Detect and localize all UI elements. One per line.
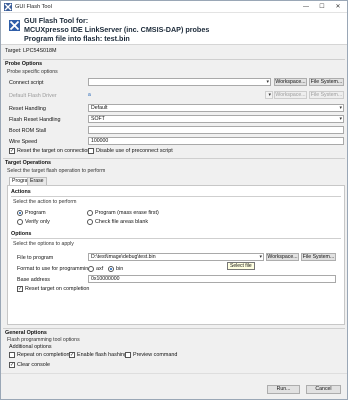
chevron-down-icon: ▾ <box>339 116 342 122</box>
general-options-title: General Options <box>5 330 47 336</box>
general-options-desc: Flash programming tool options <box>7 337 80 343</box>
format-label: Format to use for programming <box>17 266 92 272</box>
verify-only-label: Verify only <box>25 219 50 225</box>
reset-handling-label: Reset Handling <box>9 106 46 112</box>
banner-line-1: GUI Flash Tool for: <box>24 16 89 25</box>
target-operations-desc: Select the target flash operation to per… <box>7 168 106 174</box>
window-title: GUI Flash Tool <box>15 4 52 10</box>
gui-flash-tool-window: GUI Flash Tool — ☐ ✕ GUI Flash Tool for:… <box>0 0 348 400</box>
flash-driver-combo: ▾ <box>265 91 273 99</box>
divider <box>11 238 341 239</box>
reset-on-connection-label: Reset the target on connection <box>17 148 91 154</box>
flash-tool-icon <box>9 20 20 31</box>
repeat-on-completion-label: Repeat on completion <box>17 352 70 358</box>
chevron-down-icon: ▾ <box>339 105 342 111</box>
reset-on-completion-checkbox[interactable]: ✓ <box>17 286 23 292</box>
close-icon[interactable]: ✕ <box>331 2 345 12</box>
connect-script-file-system-button[interactable]: File System... <box>309 78 344 86</box>
boot-rom-stall-label: Boot ROM Stall <box>9 128 47 134</box>
additional-options-label: Additional options <box>9 344 52 350</box>
banner-line-3: Program file into flash: test.bin <box>24 34 130 43</box>
footer-bar: Run... Cancel <box>1 373 347 399</box>
clear-console-checkbox[interactable]: ✓ <box>9 362 15 368</box>
flash-reset-handling-label: Flash Reset Handling <box>9 117 61 123</box>
maximize-icon[interactable]: ☐ <box>315 2 329 12</box>
clear-console-label: Clear console <box>17 362 50 368</box>
disable-preconnect-label: Disable use of preconnect script <box>96 148 173 154</box>
cancel-button[interactable]: Cancel <box>306 385 341 394</box>
target-operations-title: Target Operations <box>5 160 52 166</box>
connect-script-combo[interactable]: ▾ <box>88 78 271 86</box>
actions-title: Actions <box>11 189 31 195</box>
program-radio[interactable] <box>17 210 23 216</box>
chevron-down-icon: ▾ <box>268 92 271 98</box>
disable-preconnect-checkbox[interactable] <box>88 148 94 154</box>
reset-on-connection-checkbox[interactable]: ✓ <box>9 148 15 154</box>
divider <box>3 158 345 159</box>
reset-on-completion-label: Reset target on completion <box>25 286 90 292</box>
format-axf-label: axf <box>96 266 104 272</box>
file-file-system-button[interactable]: File System... <box>301 253 336 261</box>
check-blank-label: Check file areas blank <box>95 219 149 225</box>
flash-driver-file-system-button[interactable]: File System... <box>309 91 344 99</box>
connect-script-workspace-button[interactable]: Workspace... <box>274 78 307 86</box>
connect-script-label: Connect script <box>9 80 44 86</box>
format-bin-label: bin <box>116 266 124 272</box>
base-address-label: Base address <box>17 277 50 283</box>
banner-line-2: MCUXpresso IDE LinkServer (inc. CMSIS-DA… <box>24 25 210 34</box>
run-button[interactable]: Run... <box>267 385 300 394</box>
format-axf-radio[interactable] <box>88 266 94 272</box>
select-file-tooltip: Select file <box>227 262 255 270</box>
divider <box>3 59 345 60</box>
wire-speed-field[interactable]: 100000 <box>88 137 344 145</box>
file-workspace-button[interactable]: Workspace... <box>266 253 299 261</box>
repeat-on-completion-checkbox[interactable] <box>9 352 15 358</box>
file-to-program-label: File to program <box>17 255 54 261</box>
tab-erase[interactable]: Erase <box>27 177 47 185</box>
options-title: Options <box>11 231 32 237</box>
header-banner: GUI Flash Tool for: MCUXpresso IDE LinkS… <box>1 13 347 45</box>
chevron-down-icon: ▾ <box>266 79 269 85</box>
options-desc: Select the options to apply <box>13 241 74 247</box>
divider <box>3 328 345 329</box>
target-label: Target: LPC54S018M <box>5 48 57 54</box>
info-icon: a <box>88 92 91 98</box>
flash-reset-handling-combo[interactable]: SOFT ▾ <box>88 115 344 123</box>
reset-handling-combo[interactable]: Default ▾ <box>88 104 344 112</box>
actions-desc: Select the action to perform <box>13 199 77 205</box>
enable-flash-hashing-label: Enable flash hashing <box>77 352 128 358</box>
minimize-icon[interactable]: — <box>299 2 313 12</box>
program-radio-label: Program <box>25 210 46 216</box>
format-bin-radio[interactable] <box>108 266 114 272</box>
default-flash-driver-label: Default Flash Driver <box>9 93 57 99</box>
probe-options-desc: Probe specific options <box>7 69 58 75</box>
title-bar: GUI Flash Tool — ☐ ✕ <box>1 1 347 13</box>
program-mass-erase-radio[interactable] <box>87 210 93 216</box>
preview-command-label: Preview command <box>133 352 178 358</box>
probe-options-title: Probe Options <box>5 61 43 67</box>
boot-rom-stall-field[interactable] <box>88 126 344 134</box>
base-address-field[interactable]: 0x10000000 <box>88 275 336 283</box>
app-icon <box>4 3 12 11</box>
check-blank-radio[interactable] <box>87 219 93 225</box>
verify-only-radio[interactable] <box>17 219 23 225</box>
chevron-down-icon: ▾ <box>259 254 262 260</box>
enable-flash-hashing-checkbox[interactable]: ✓ <box>69 352 75 358</box>
program-mass-erase-label: Program (mass erase first) <box>95 210 159 216</box>
file-to-program-combo[interactable]: D:\test\image\debug\test.bin ▾ <box>88 253 264 261</box>
preview-command-checkbox[interactable] <box>125 352 131 358</box>
wire-speed-label: Wire Speed <box>9 139 38 145</box>
flash-driver-workspace-button[interactable]: Workspace... <box>274 91 307 99</box>
divider <box>11 196 341 197</box>
